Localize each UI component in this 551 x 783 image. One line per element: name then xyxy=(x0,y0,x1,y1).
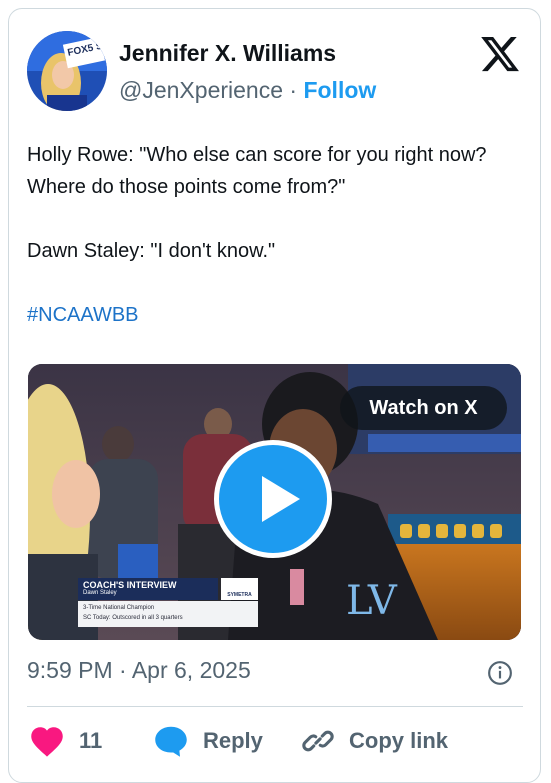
video-media[interactable]: LV Watch on X COACH'S INTERVIEW Dawn Sta… xyxy=(28,364,521,640)
reply-label: Reply xyxy=(203,728,263,753)
follow-button[interactable]: Follow xyxy=(303,77,376,103)
tweet-timestamp[interactable]: 9:59 PM · Apr 6, 2025 xyxy=(27,657,251,684)
link-icon xyxy=(302,730,334,752)
watch-on-x-button[interactable]: Watch on X xyxy=(340,386,507,430)
lower-third-line: SC Today: Outscored in all 3 quarters xyxy=(83,615,183,621)
broadcast-lower-third: COACH'S INTERVIEW Dawn Staley SYMETRA 3-… xyxy=(78,578,258,630)
tweet-line: Holly Rowe: "Who else can score for you … xyxy=(27,144,487,166)
lower-third-name: Dawn Staley xyxy=(83,590,117,596)
copy-link-label: Copy link xyxy=(349,728,449,753)
lower-third-line: 3-Time National Champion xyxy=(83,605,155,611)
hashtag-link[interactable]: #NCAAWBB xyxy=(27,304,139,326)
author-handle[interactable]: @JenXperience xyxy=(119,77,283,103)
reply-button[interactable]: Reply xyxy=(153,721,263,761)
tweet-card: FOX5 SPORTS Jennifer X. Williams @JenXpe… xyxy=(8,8,541,783)
play-button[interactable] xyxy=(214,440,332,558)
avatar[interactable]: FOX5 SPORTS xyxy=(27,31,107,111)
tweet-text: Holly Rowe: "Who else can score for you … xyxy=(27,139,532,331)
separator-dot: · xyxy=(289,77,298,103)
like-button[interactable]: 11 xyxy=(29,721,102,761)
x-logo-icon[interactable] xyxy=(479,33,521,75)
like-count: 11 xyxy=(79,728,103,753)
author-handle-row: @JenXperience · Follow xyxy=(119,77,376,104)
author-display-name[interactable]: Jennifer X. Williams xyxy=(119,40,336,67)
svg-text:LV: LV xyxy=(346,578,398,624)
info-icon[interactable] xyxy=(487,660,513,686)
copy-link-button[interactable]: Copy link xyxy=(301,721,448,761)
tweet-line: Dawn Staley: "I don't know." xyxy=(27,240,276,262)
sponsor-logo: SYMETRA xyxy=(221,578,258,600)
tweet-line: Where do those points come from?" xyxy=(27,176,346,198)
lower-third-title: COACH'S INTERVIEW xyxy=(83,580,177,590)
play-icon xyxy=(262,476,300,522)
divider xyxy=(27,706,523,707)
heart-icon xyxy=(31,727,63,757)
reply-bubble-icon xyxy=(155,726,187,757)
